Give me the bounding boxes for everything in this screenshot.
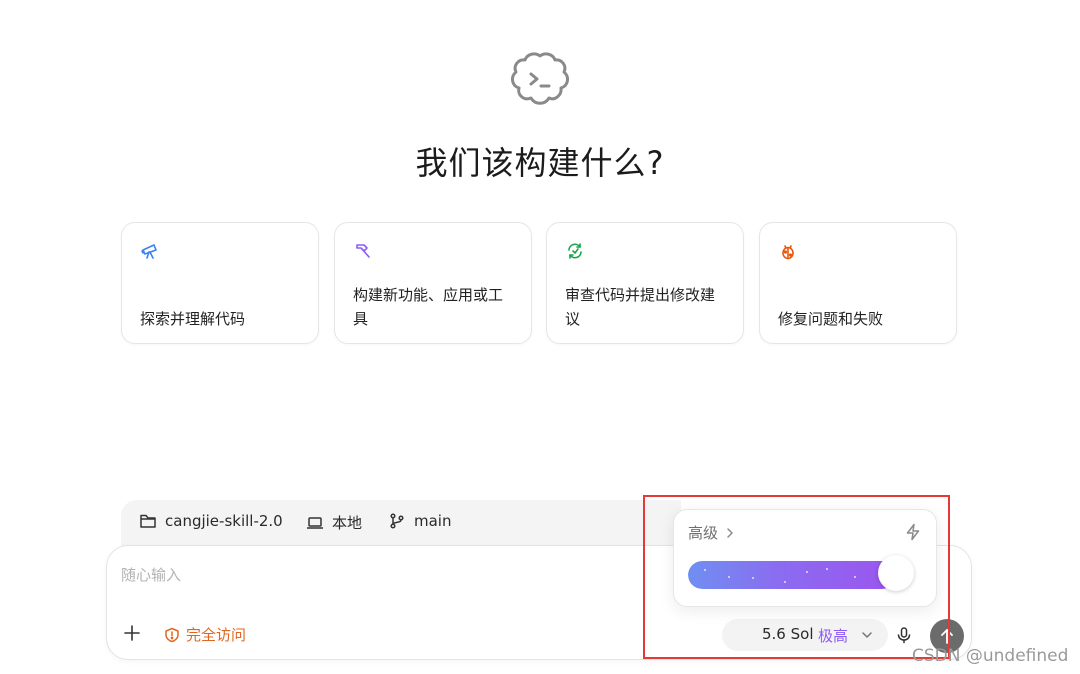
suggestion-card-label: 修复问题和失败: [778, 310, 884, 328]
hammer-icon: [356, 244, 370, 258]
add-attachment-icon[interactable]: [123, 624, 141, 642]
telescope-icon: [141, 244, 157, 259]
suggestion-card-review[interactable]: 审查代码并提出修改建议: [546, 222, 744, 344]
suggestion-card-label: 审查代码并提出修改建议: [565, 286, 716, 328]
app-logo-icon: [510, 52, 570, 105]
highlight-box: [643, 495, 950, 659]
suggestion-card-fix[interactable]: 修复问题和失败: [759, 222, 957, 344]
suggestion-card-label: 探索并理解代码: [140, 310, 246, 328]
project-folder-label: cangjie-skill-2.0: [165, 512, 283, 530]
access-mode-label: 完全访问: [186, 626, 247, 644]
branch-button[interactable]: main: [388, 512, 451, 530]
suggestion-card-build[interactable]: 构建新功能、应用或工具: [334, 222, 532, 344]
page-title: 我们该构建什么?: [415, 144, 665, 182]
laptop-icon: [307, 516, 323, 529]
access-mode-button[interactable]: 完全访问: [164, 624, 246, 645]
folder-icon: [140, 514, 156, 528]
git-branch-icon: [390, 513, 404, 529]
watermark: CSDN @undefined: [912, 646, 1069, 666]
environment-label: 本地: [332, 514, 363, 532]
review-refresh-icon: [568, 243, 582, 259]
warning-shield-icon: [165, 627, 179, 642]
environment-button[interactable]: 本地: [306, 512, 362, 533]
project-folder-button[interactable]: cangjie-skill-2.0: [139, 512, 283, 530]
bug-icon: [782, 245, 794, 260]
suggestion-card-label: 构建新功能、应用或工具: [353, 286, 504, 328]
prompt-input[interactable]: 随心输入: [121, 564, 181, 585]
branch-label: main: [414, 512, 452, 530]
suggestion-card-explore[interactable]: 探索并理解代码: [121, 222, 319, 344]
